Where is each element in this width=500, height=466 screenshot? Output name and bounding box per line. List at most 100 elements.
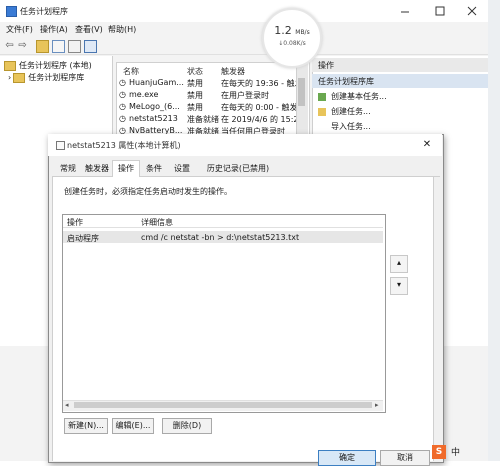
import-task-link[interactable]: 导入任务...	[318, 121, 371, 132]
task-status: 禁用	[187, 103, 203, 112]
column-header-trigger[interactable]: 触发器	[221, 66, 245, 77]
tab-triggers[interactable]: 触发器	[82, 162, 112, 175]
task-trigger: 在用户登录时	[221, 91, 269, 100]
task-name: me.exe	[129, 90, 159, 99]
create-task-icon	[318, 107, 326, 116]
tab-actions[interactable]: 操作	[112, 160, 140, 178]
cancel-button[interactable]: 取消	[380, 450, 430, 466]
expand-arrow-icon[interactable]: ›	[8, 73, 11, 82]
menu-bar: 文件(F) 操作(A) 查看(V) 帮助(H)	[0, 24, 500, 38]
task-status: 准备就绪	[187, 115, 219, 124]
dialog-title: netstat5213 属性(本地计算机)	[67, 141, 181, 150]
create-basic-task-label: 创建基本任务...	[331, 92, 387, 101]
window-title: 任务计划程序	[20, 7, 68, 16]
forward-arrow-icon[interactable]: ⇨	[17, 40, 28, 51]
actions-section[interactable]: 任务计划程序库	[312, 74, 500, 88]
task-trigger: 在每天的 19:36 - 触发	[221, 79, 303, 88]
chevron-up-icon: ▴	[396, 258, 401, 267]
task-icon: ◷	[119, 78, 126, 87]
new-action-button[interactable]: 新建(N)...	[64, 418, 108, 434]
upload-speed: 1.2 MB/s	[264, 24, 320, 37]
tab-settings[interactable]: 设置	[170, 162, 194, 175]
tab-conditions[interactable]: 条件	[142, 162, 166, 175]
ime-mode-indicator[interactable]: 中	[451, 445, 460, 458]
create-basic-task-icon	[318, 92, 326, 101]
table-row[interactable]: 启动程序 cmd /c netstat -bn > d:\netstat5213…	[63, 231, 383, 243]
create-task-label: 创建任务...	[331, 107, 371, 116]
scrollbar-thumb[interactable]	[298, 78, 305, 106]
folder-icon	[13, 72, 26, 83]
scroll-right-icon[interactable]: ▸	[375, 401, 379, 409]
close-button[interactable]	[462, 6, 482, 16]
menu-file[interactable]: 文件(F)	[6, 24, 33, 35]
menu-view[interactable]: 查看(V)	[75, 24, 103, 35]
task-icon: ◷	[119, 90, 126, 99]
tree-root-label: 任务计划程序 (本地)	[19, 61, 92, 70]
actions-table-header: 操作 详细信息	[63, 215, 383, 228]
action-details: cmd /c netstat -bn > d:\netstat5213.txt	[141, 233, 300, 242]
menu-action[interactable]: 操作(A)	[40, 24, 68, 35]
network-speed-widget[interactable]: 1.2 MB/s ↓0.08K/s	[262, 8, 322, 68]
background-window-edge	[488, 0, 500, 461]
scheduler-icon	[4, 60, 16, 71]
move-down-button[interactable]: ▾	[390, 277, 408, 295]
actions-header-label: 操作	[318, 61, 334, 70]
toolbar: ⇦ ⇨	[0, 38, 500, 55]
speed-unit: MB/s	[295, 29, 310, 36]
task-trigger: 在 2019/4/6 的 15:26	[221, 115, 304, 124]
import-task-label: 导入任务...	[331, 122, 371, 131]
table-row[interactable]: ◷ MeLogo_(6... 禁用 在每天的 0:00 - 触发自	[117, 101, 306, 113]
scroll-left-icon[interactable]: ◂	[65, 401, 69, 409]
dialog-close-button[interactable]: ✕	[420, 139, 434, 151]
actions-table	[62, 214, 386, 413]
import-task-icon	[318, 123, 326, 131]
column-header-action[interactable]: 操作	[67, 217, 83, 228]
instruction-text: 创建任务时，必须指定任务启动时发生的操作。	[64, 187, 232, 196]
minimize-button[interactable]	[395, 6, 415, 16]
delete-action-button[interactable]: 删除(D)	[162, 418, 212, 434]
tree-item-root[interactable]: 任务计划程序 (本地)	[4, 60, 92, 71]
back-arrow-icon[interactable]: ⇦	[4, 40, 15, 51]
create-basic-task-link[interactable]: 创建基本任务...	[318, 91, 387, 102]
tab-history[interactable]: 历史记录(已禁用)	[202, 162, 274, 175]
title-bar	[0, 0, 500, 22]
actions-section-label: 任务计划程序库	[318, 77, 374, 86]
chevron-down-icon: ▾	[396, 280, 401, 289]
input-method-icon[interactable]: S	[432, 445, 446, 459]
tab-general[interactable]: 常规	[56, 162, 80, 175]
tab-strip: 常规 触发器 操作 条件 设置 历史记录(已禁用)	[52, 160, 440, 178]
actions-header: 操作	[312, 58, 500, 72]
maximize-button[interactable]	[430, 6, 450, 16]
ok-button[interactable]: 确定	[318, 450, 376, 466]
task-name: HuanjuGam...	[129, 78, 184, 87]
app-icon	[6, 6, 17, 17]
help-icon[interactable]	[68, 40, 81, 53]
edit-action-button[interactable]: 编辑(E)...	[112, 418, 154, 434]
tree-item-library[interactable]: › 任务计划程序库	[8, 72, 84, 83]
console-icon[interactable]	[84, 40, 97, 53]
task-trigger: 在每天的 0:00 - 触发自	[221, 103, 306, 112]
table-row[interactable]: ◷ me.exe 禁用 在用户登录时	[117, 89, 303, 101]
move-up-button[interactable]: ▴	[390, 255, 408, 273]
download-speed: ↓0.08K/s	[278, 40, 306, 47]
create-task-link[interactable]: 创建任务...	[318, 106, 371, 117]
properties-icon[interactable]	[52, 40, 65, 53]
table-row[interactable]: ◷ netstat5213 准备就绪 在 2019/4/6 的 15:26	[117, 113, 304, 125]
task-list: 名称 状态 触发器 ◷ HuanjuGam... 禁用 在每天的 19:36 -…	[116, 62, 310, 142]
column-header-status[interactable]: 状态	[187, 66, 203, 77]
task-icon	[56, 141, 65, 150]
column-header-name[interactable]: 名称	[123, 66, 139, 77]
task-icon: ◷	[119, 102, 126, 111]
table-row[interactable]: ◷ HuanjuGam... 禁用 在每天的 19:36 - 触发	[117, 77, 303, 89]
menu-help[interactable]: 帮助(H)	[108, 24, 136, 35]
action-type: 启动程序	[67, 234, 99, 243]
task-status: 禁用	[187, 79, 203, 88]
tree-library-label: 任务计划程序库	[28, 73, 85, 82]
task-name: MeLogo_(6...	[129, 102, 180, 111]
task-name: netstat5213	[129, 114, 178, 123]
scrollbar-thumb[interactable]	[74, 402, 372, 408]
task-status: 禁用	[187, 91, 203, 100]
column-header-details[interactable]: 详细信息	[141, 217, 173, 228]
folder-icon[interactable]	[36, 40, 49, 53]
speed-value: 1.2	[274, 24, 292, 37]
